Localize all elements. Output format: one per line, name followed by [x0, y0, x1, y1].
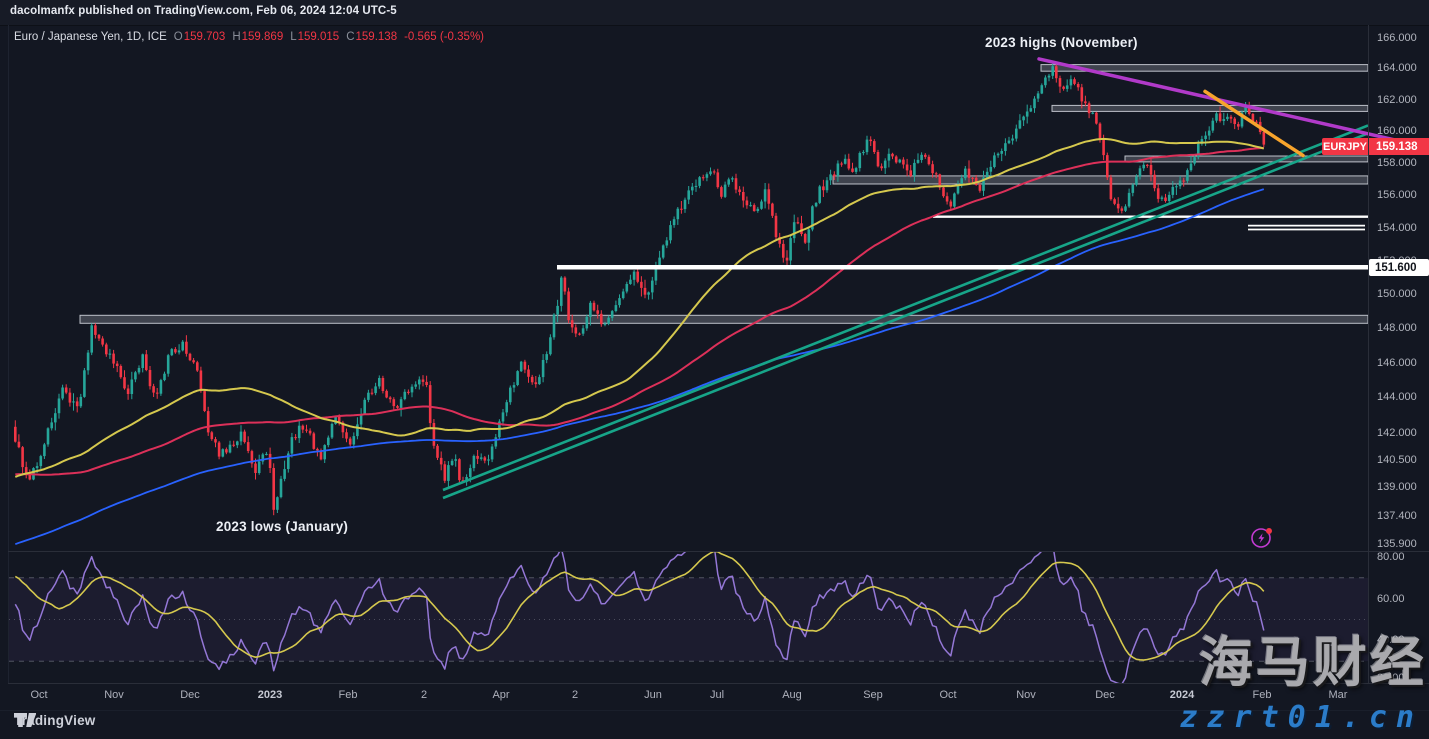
price-tick: 150.000 — [1377, 288, 1417, 300]
watermark-site: zzrt01.cn — [1179, 700, 1423, 735]
price-tick: 160.000 — [1377, 125, 1417, 137]
time-tick: Oct — [939, 689, 956, 701]
price-tick: 137.400 — [1377, 510, 1417, 522]
price-tick: 164.000 — [1377, 62, 1417, 74]
time-tick: 2 — [421, 689, 427, 701]
time-tick: Jun — [644, 689, 662, 701]
time-tick: Dec — [1095, 689, 1115, 701]
price-tick: 142.000 — [1377, 427, 1417, 439]
tradingview-snapshot: dacolmanfx published on TradingView.com,… — [0, 0, 1429, 739]
price-tick: 162.000 — [1377, 94, 1417, 106]
high-value: 159.869 — [242, 31, 284, 43]
symbol-title: Euro / Japanese Yen, 1D, ICE — [14, 31, 167, 43]
time-tick: Feb — [339, 689, 358, 701]
last-price-badge: 159.138 — [1369, 138, 1429, 155]
low-label: L — [290, 31, 296, 43]
price-axis-border — [1368, 25, 1369, 683]
open-value: 159.703 — [184, 31, 226, 43]
pane-separator[interactable] — [8, 551, 1429, 552]
annotation-2023-highs: 2023 highs (November) — [985, 35, 1138, 50]
time-tick: Oct — [30, 689, 47, 701]
low-value: 159.015 — [298, 31, 340, 43]
change-value: -0.565 (-0.35%) — [404, 31, 484, 43]
time-tick: Apr — [492, 689, 509, 701]
symbol-price-flag: EURJPY — [1322, 138, 1368, 155]
price-tick: 154.000 — [1377, 222, 1417, 234]
tradingview-logo[interactable]: TradingView — [14, 713, 95, 728]
pane-left-border — [8, 25, 9, 683]
time-tick: Nov — [104, 689, 124, 701]
price-tick: 135.900 — [1377, 538, 1417, 550]
tradingview-logo-icon — [14, 713, 36, 728]
high-label: H — [232, 31, 240, 43]
time-tick: 2 — [572, 689, 578, 701]
open-label: O — [174, 31, 183, 43]
flash-idea-button[interactable] — [1248, 524, 1276, 552]
time-tick: Sep — [863, 689, 883, 701]
watermark-chinese: 海马财经 — [1199, 636, 1427, 690]
price-tick: 144.000 — [1377, 391, 1417, 403]
time-tick: Nov — [1016, 689, 1036, 701]
annotation-2023-lows: 2023 lows (January) — [216, 519, 348, 534]
lightning-icon — [1248, 524, 1276, 552]
time-tick: Jul — [710, 689, 724, 701]
rsi-tick: 80.00 — [1377, 551, 1405, 563]
close-label: C — [346, 31, 354, 43]
time-tick: Aug — [782, 689, 802, 701]
price-tick: 158.000 — [1377, 157, 1417, 169]
price-tick: 146.000 — [1377, 357, 1417, 369]
time-tick: Dec — [180, 689, 200, 701]
price-tick: 140.500 — [1377, 454, 1417, 466]
level-price-badge: 151.600 — [1369, 259, 1429, 276]
price-tick: 156.000 — [1377, 189, 1417, 201]
main-pane — [14, 62, 1429, 544]
rsi-tick: 60.00 — [1377, 593, 1405, 605]
time-tick: 2023 — [258, 689, 282, 701]
price-tick: 148.000 — [1377, 322, 1417, 334]
price-tick: 139.000 — [1377, 481, 1417, 493]
chart-svg — [0, 0, 1429, 739]
close-value: 159.138 — [356, 31, 398, 43]
price-tick: 166.000 — [1377, 32, 1417, 44]
rsi-pane — [9, 544, 1368, 684]
symbol-legend[interactable]: Euro / Japanese Yen, 1D, ICE O159.703 H1… — [14, 31, 484, 43]
